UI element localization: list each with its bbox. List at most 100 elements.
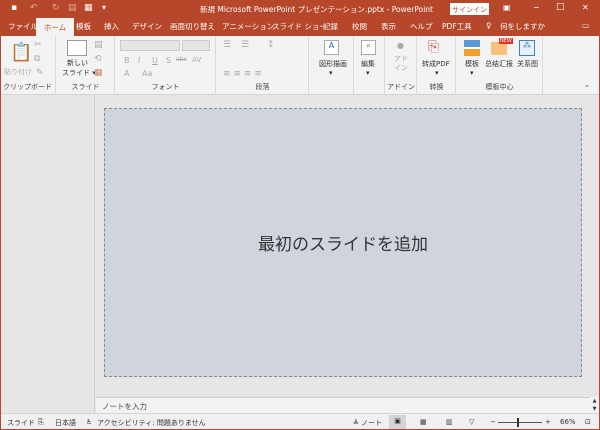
minimize-button[interactable]: −	[533, 3, 540, 12]
font-name-select[interactable]	[120, 40, 180, 51]
summary-report-button[interactable]: 总结汇报	[485, 59, 513, 69]
editing-button-label[interactable]: 編集	[361, 59, 375, 69]
language-indicator[interactable]: 日本語	[55, 418, 76, 428]
fit-to-window-icon[interactable]: ⊡	[585, 418, 591, 426]
tab-home[interactable]: ホーム	[36, 18, 75, 36]
zoom-out-button[interactable]: −	[490, 418, 496, 426]
new-slide-label-1[interactable]: 新しい	[67, 58, 88, 68]
align-icons[interactable]: ≡ ≡ ≡ ≡	[223, 69, 262, 79]
paste-label: 貼り付け	[4, 68, 32, 76]
change-case-button[interactable]: Aa	[142, 69, 152, 78]
tab-template[interactable]: 模板	[76, 21, 91, 32]
lightbulb-icon: ♀	[486, 21, 492, 30]
template-dropdown-icon[interactable]: ▾	[470, 69, 474, 77]
font-size-select[interactable]	[182, 40, 210, 51]
bullets-icon[interactable]: ☰	[223, 40, 231, 50]
tab-design[interactable]: デザイン	[132, 21, 162, 32]
reading-view-button[interactable]: ▥	[446, 418, 453, 426]
drawing-group: A 図形描画 ▾	[310, 36, 354, 95]
drawing-button-label[interactable]: 図形描画	[319, 59, 347, 69]
ribbon: 📋 貼り付け ✂ ⧉ ✎ クリップボード 新しい スライド ▾ ▤ ⟲ ▦ スラ…	[0, 36, 600, 95]
maximize-button[interactable]: □	[556, 2, 565, 12]
template-button[interactable]: 模板	[465, 59, 479, 69]
slide-sorter-button[interactable]: ▦	[420, 418, 427, 426]
find-icon[interactable]: ⌕	[361, 40, 376, 55]
slides-group: 新しい スライド ▾ ▤ ⟲ ▦ スライド	[57, 36, 115, 95]
copy-icon[interactable]: ⧉	[34, 54, 40, 64]
qat-dropdown-icon[interactable]: ▾	[102, 3, 106, 12]
add-first-slide-text[interactable]: 最初のスライドを追加	[258, 230, 428, 255]
slide-canvas[interactable]: 最初のスライドを追加	[104, 108, 582, 377]
addin-button[interactable]: アド イン	[394, 55, 408, 73]
normal-view-button[interactable]: ▣	[389, 415, 406, 429]
tab-view[interactable]: 表示	[381, 21, 396, 32]
present-icon[interactable]: ▤	[68, 3, 77, 13]
tab-insert[interactable]: 挿入	[104, 21, 119, 32]
shapes-icon[interactable]: A	[324, 40, 339, 55]
pdf-icon[interactable]: ⎘	[428, 39, 439, 55]
font-color-button[interactable]: A	[124, 69, 129, 78]
tab-file[interactable]: ファイル	[8, 21, 38, 32]
tab-help[interactable]: ヘルプ	[410, 21, 433, 32]
zoom-slider[interactable]	[498, 422, 542, 423]
tab-review[interactable]: 校閲	[352, 21, 367, 32]
format-painter-icon[interactable]: ✎	[36, 68, 44, 78]
collapse-ribbon-icon[interactable]: ⌃	[584, 84, 590, 92]
reset-icon[interactable]: ⟲	[94, 54, 102, 64]
strikethrough-button[interactable]: abc	[176, 56, 187, 63]
relationship-diagram-icon[interactable]: ⁂	[519, 40, 535, 56]
new-slide-icon[interactable]	[67, 40, 87, 56]
shadow-button[interactable]: S	[166, 56, 171, 65]
template-group: 模板 ▾ NEW 总结汇报 ⁂ 关系图 模板中心	[457, 36, 543, 95]
notes-scrollbar[interactable]: ▲ ▼	[590, 397, 599, 413]
tab-slideshow[interactable]: スライド ショー	[272, 21, 327, 32]
slide-thumbnail-pane[interactable]	[1, 96, 95, 413]
ribbon-display-options-icon[interactable]: ▣	[503, 3, 511, 12]
numbering-icon[interactable]: ☰	[241, 40, 249, 50]
close-button[interactable]: ✕	[582, 3, 589, 12]
tab-transitions[interactable]: 画面切り替え	[170, 21, 215, 32]
font-group: B I U S abc AV A Aa フォント	[116, 36, 216, 95]
layout-icon[interactable]: ▤	[94, 40, 103, 50]
new-slide-label-2[interactable]: スライド ▾	[62, 68, 96, 78]
slideshow-button[interactable]: ▽	[469, 418, 474, 426]
redo-icon[interactable]: ↻	[52, 3, 60, 13]
zoom-slider-thumb[interactable]	[517, 418, 519, 427]
addin-group-label: アドイン	[387, 83, 415, 91]
convert-group-label: 转换	[429, 83, 444, 91]
character-spacing-button[interactable]: AV	[192, 56, 201, 64]
signin-button[interactable]: サインイン	[450, 3, 489, 15]
paste-icon[interactable]: 📋	[10, 42, 32, 63]
undo-icon[interactable]: ↶	[30, 3, 38, 13]
editing-dropdown-icon[interactable]: ▾	[366, 69, 370, 77]
drawing-dropdown-icon[interactable]: ▾	[329, 69, 333, 77]
font-group-label: フォント	[151, 83, 180, 91]
zoom-in-button[interactable]: +	[545, 418, 551, 426]
spell-check-icon[interactable]: ⎘	[38, 418, 44, 427]
tab-animations[interactable]: アニメーション	[222, 21, 274, 32]
cut-icon[interactable]: ✂	[34, 40, 42, 50]
bold-button[interactable]: B	[124, 56, 130, 65]
section-icon[interactable]: ▦	[94, 68, 103, 78]
tab-pdf-tools[interactable]: PDF工具	[442, 21, 472, 32]
layout-icon[interactable]: ▦	[84, 3, 93, 13]
slides-group-label: スライド	[71, 83, 100, 91]
tab-record[interactable]: 記録	[323, 21, 338, 32]
relationship-diagram-button[interactable]: 关系图	[517, 59, 538, 69]
save-icon[interactable]: ▪	[11, 3, 17, 13]
zoom-level[interactable]: 66%	[560, 418, 576, 426]
notes-placeholder[interactable]: ノートを入力	[102, 402, 147, 411]
comments-icon[interactable]: ▭	[582, 21, 589, 30]
convert-dropdown-icon[interactable]: ▾	[435, 69, 439, 77]
template-icon[interactable]	[464, 40, 480, 56]
notes-toggle[interactable]: ≜ ノート	[353, 418, 382, 428]
tell-me-search[interactable]: 何をしますか	[500, 21, 545, 32]
italic-button[interactable]: I	[138, 56, 140, 65]
accessibility-status[interactable]: アクセシビリティ: 問題ありません	[97, 418, 206, 428]
convert-pdf-button[interactable]: 转成PDF	[422, 59, 450, 69]
paragraph-group: ☰ ☰ ↕ ≡ ≡ ≡ ≡ 段落	[217, 36, 309, 95]
underline-button[interactable]: U	[152, 56, 158, 65]
line-spacing-icon[interactable]: ↕	[267, 40, 275, 50]
addin-icon[interactable]: ●	[397, 41, 404, 50]
notes-pane[interactable]: ノートを入力	[96, 397, 590, 413]
